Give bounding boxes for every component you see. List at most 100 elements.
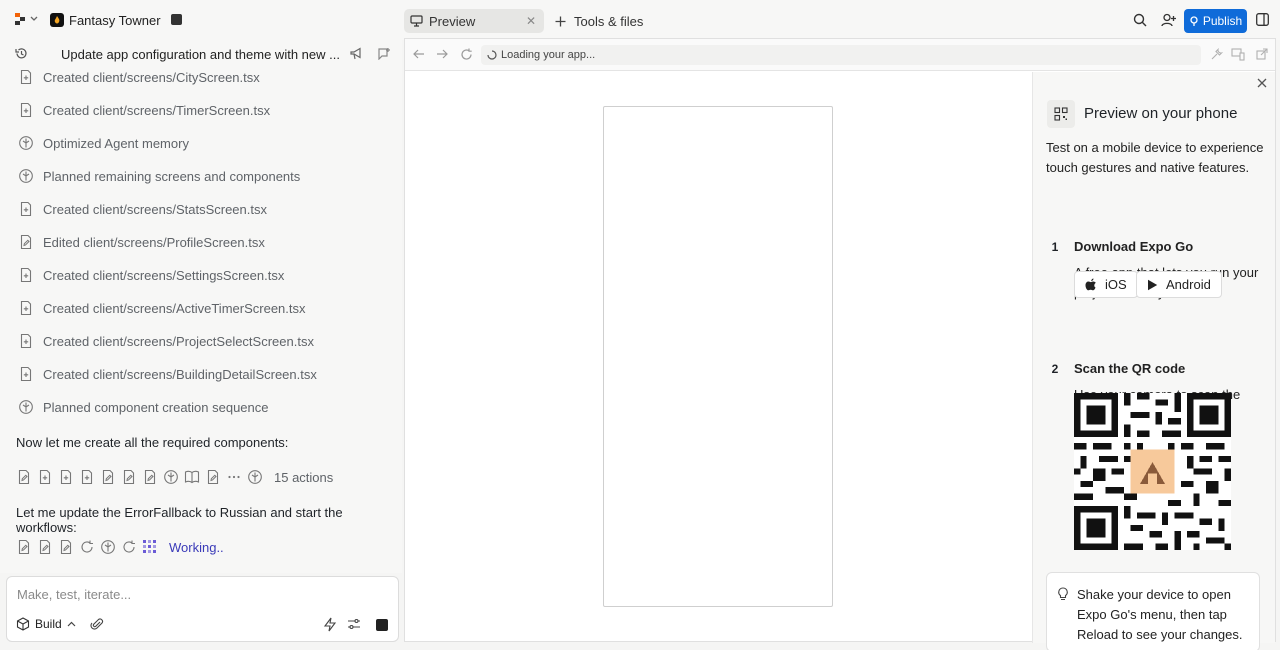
stop-button[interactable] xyxy=(376,619,388,631)
announcement-icon[interactable] xyxy=(350,47,364,60)
history-icon[interactable] xyxy=(15,47,28,60)
list-item[interactable]: Created client/screens/CityScreen.tsx xyxy=(0,68,400,92)
chat-title[interactable]: Update app configuration and theme with … xyxy=(61,47,340,62)
devtools-icon[interactable] xyxy=(1210,48,1223,61)
file-edit-icon xyxy=(16,469,32,485)
invite-user-icon[interactable] xyxy=(1161,13,1176,27)
list-item[interactable]: Created client/screens/StatsScreen.tsx xyxy=(0,194,400,224)
phone-panel-title: Preview on your phone xyxy=(1084,105,1238,122)
stop-icon[interactable] xyxy=(171,14,182,25)
device-toggle-icon[interactable] xyxy=(1231,48,1245,61)
list-item-label: Edited client/screens/ProfileScreen.tsx xyxy=(43,234,265,250)
list-item-label: Created client/screens/BuildingDetailScr… xyxy=(43,366,317,382)
composer-input[interactable]: Make, test, iterate... xyxy=(17,587,131,602)
agent-icon xyxy=(163,469,179,485)
list-item[interactable]: Planned remaining screens and components xyxy=(0,161,400,191)
step-title: Scan the QR code xyxy=(1074,361,1186,376)
list-item[interactable]: Planned component creation sequence xyxy=(0,392,400,422)
list-item[interactable]: Created client/screens/BuildingDetailScr… xyxy=(0,359,400,389)
more-icon xyxy=(226,469,242,485)
chevron-down-icon[interactable] xyxy=(30,16,38,22)
project-name[interactable]: Fantasy Towner xyxy=(69,13,161,28)
step-title: Download Expo Go xyxy=(1074,239,1194,254)
step-number: 2 xyxy=(1051,362,1059,376)
preview-pane: Loading your app... Preview on your phon… xyxy=(404,38,1276,650)
build-mode-button[interactable]: Build xyxy=(16,617,76,631)
list-item[interactable]: Created client/screens/ProjectSelectScre… xyxy=(0,326,400,356)
phone-preview-panel: Preview on your phone Test on a mobile d… xyxy=(1032,72,1275,650)
list-item[interactable]: Created client/screens/TimerScreen.tsx xyxy=(0,95,400,125)
working-spinner-icon xyxy=(142,539,158,555)
android-button[interactable]: Android xyxy=(1136,271,1222,298)
actions-summary[interactable]: 15 actions xyxy=(16,466,333,488)
search-icon[interactable] xyxy=(1133,13,1147,27)
list-item-label: Created client/screens/TimerScreen.tsx xyxy=(43,102,271,118)
project-icon xyxy=(50,13,64,27)
new-chat-icon[interactable] xyxy=(377,47,391,60)
list-item[interactable]: Created client/screens/SettingsScreen.ts… xyxy=(0,260,400,290)
book-icon xyxy=(184,469,200,485)
file-edit-icon xyxy=(37,539,53,555)
settings-sliders-icon[interactable] xyxy=(347,617,361,631)
list-item-label: Created client/screens/ActiveTimerScreen… xyxy=(43,300,306,316)
open-new-tab-icon[interactable] xyxy=(1256,48,1268,60)
tip-card: Shake your device to open Expo Go's menu… xyxy=(1046,572,1260,650)
list-item[interactable]: Edited client/screens/ProfileScreen.tsx xyxy=(0,227,400,257)
list-item-label: Created client/screens/ProjectSelectScre… xyxy=(43,333,314,349)
working-actions[interactable]: Working.. xyxy=(16,536,224,558)
toggle-panel-icon[interactable] xyxy=(1256,13,1269,26)
forward-arrow-icon[interactable] xyxy=(436,48,448,60)
file-edit-icon xyxy=(100,469,116,485)
actions-count: 15 actions xyxy=(274,469,334,485)
ios-label: iOS xyxy=(1105,277,1127,292)
ios-button[interactable]: iOS xyxy=(1074,271,1138,298)
tab-preview[interactable]: Preview ✕ xyxy=(404,9,544,33)
tab-tools-label: Tools & files xyxy=(574,13,644,29)
apple-icon xyxy=(1085,278,1097,291)
qr-code-icon xyxy=(1047,100,1075,128)
step-number: 1 xyxy=(1051,240,1059,254)
lightning-icon[interactable] xyxy=(323,617,337,632)
paperclip-icon[interactable] xyxy=(90,617,104,631)
file-plus-icon xyxy=(18,201,34,217)
replit-logo-icon[interactable] xyxy=(14,12,28,26)
agent-icon xyxy=(18,135,34,151)
tab-preview-label: Preview xyxy=(429,13,476,29)
list-item-label: Planned remaining screens and components xyxy=(43,168,301,184)
file-plus-icon xyxy=(18,300,34,316)
agent-icon xyxy=(247,469,263,485)
monitor-icon xyxy=(410,15,423,27)
restart-icon xyxy=(121,539,137,555)
list-item-label: Created client/screens/CityScreen.tsx xyxy=(43,69,260,85)
list-item-label: Planned component creation sequence xyxy=(43,399,269,415)
file-plus-icon xyxy=(37,469,53,485)
list-item-label: Created client/screens/SettingsScreen.ts… xyxy=(43,267,285,283)
publish-icon xyxy=(1189,16,1199,26)
back-arrow-icon[interactable] xyxy=(413,48,425,60)
url-field[interactable]: Loading your app... xyxy=(481,45,1201,65)
file-edit-icon xyxy=(16,539,32,555)
close-icon[interactable] xyxy=(1257,78,1267,88)
phone-panel-description: Test on a mobile device to experience to… xyxy=(1046,140,1264,175)
file-edit-icon xyxy=(121,469,137,485)
list-item[interactable]: Optimized Agent memory xyxy=(0,128,400,158)
device-frame[interactable] xyxy=(603,106,833,607)
file-plus-icon xyxy=(18,69,34,85)
file-edit-icon xyxy=(142,469,158,485)
lightbulb-icon xyxy=(1057,587,1069,601)
publish-button[interactable]: Publish xyxy=(1184,9,1247,33)
file-plus-icon xyxy=(18,333,34,349)
tab-tools-files[interactable]: Tools & files xyxy=(555,9,643,33)
close-tab-icon[interactable]: ✕ xyxy=(526,14,536,28)
refresh-icon[interactable] xyxy=(460,48,473,61)
agent-message: Now let me create all the required compo… xyxy=(16,435,289,450)
android-label: Android xyxy=(1166,277,1211,292)
file-plus-icon xyxy=(18,366,34,382)
list-item[interactable]: Created client/screens/ActiveTimerScreen… xyxy=(0,293,400,323)
chat-composer[interactable]: Make, test, iterate... Build xyxy=(6,576,399,642)
url-text: Loading your app... xyxy=(501,49,596,61)
agent-icon xyxy=(18,399,34,415)
restart-icon xyxy=(79,539,95,555)
list-item-label: Optimized Agent memory xyxy=(43,135,189,151)
cube-icon xyxy=(16,617,30,631)
